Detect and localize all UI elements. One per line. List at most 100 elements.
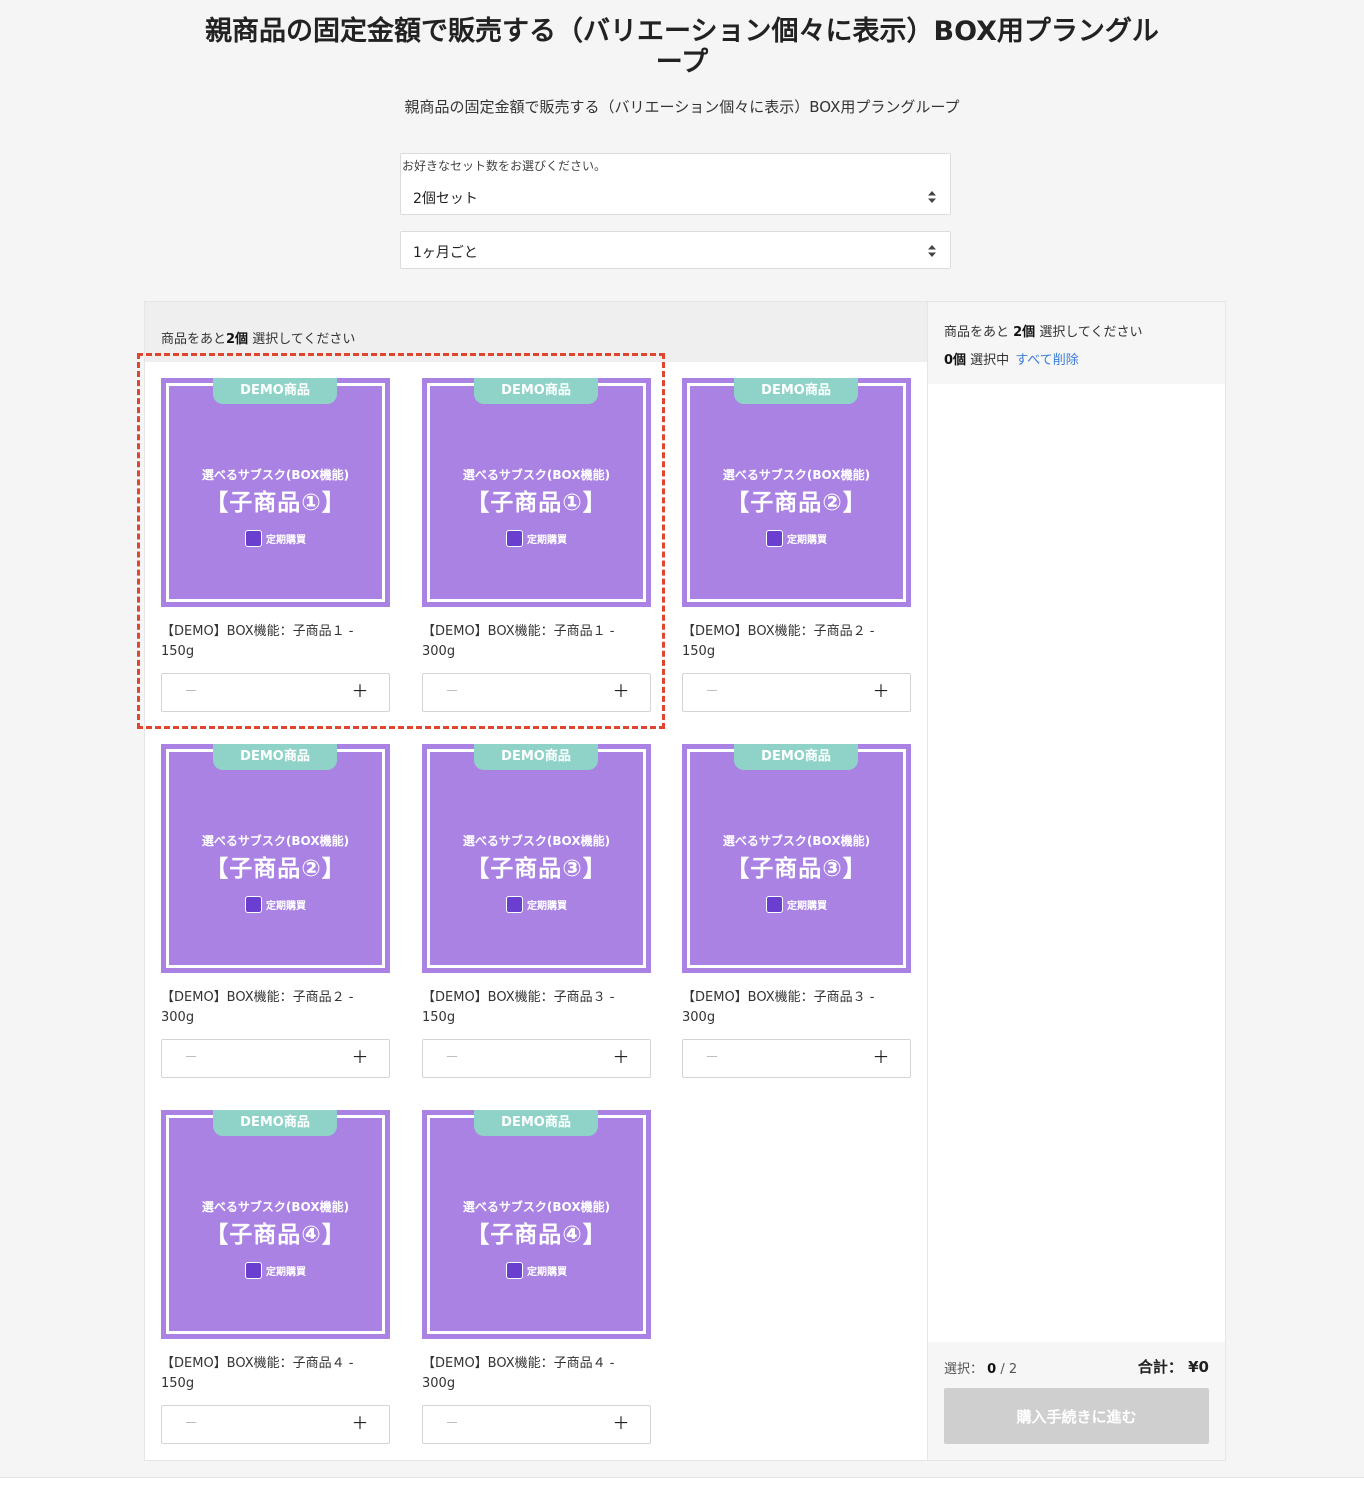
quantity-stepper[interactable]: －＋ [161,1039,390,1078]
minus-icon[interactable]: － [699,1040,725,1077]
set-count-select[interactable]: お好きなセット数をお選びください。 2個セット [400,153,951,215]
product-name: 【DEMO】BOX機能：子商品２ - 300g [161,990,354,1025]
minus-icon[interactable]: － [439,674,465,711]
plus-icon[interactable]: ＋ [608,1040,634,1077]
subscription-logo-icon [506,530,523,547]
demo-tab: DEMO商品 [734,744,858,770]
image-product-label: 【子商品④】 [466,1222,607,1248]
product-name: 【DEMO】BOX機能：子商品１ - 150g [161,624,354,659]
quantity-stepper[interactable]: －＋ [422,673,651,712]
remaining-items-message: 商品をあと2個 選択してください [161,332,356,347]
minus-icon[interactable]: － [178,674,204,711]
minus-icon[interactable]: － [439,1406,465,1443]
product-card: DEMO商品選べるサブスク(BOX機能) 【子商品②】定期購買【DEMO】BOX機… [161,744,390,1078]
subscription-logo-text: 定期購買 [266,535,306,546]
image-caption: 選べるサブスク(BOX機能) [722,834,871,848]
plus-icon[interactable]: ＋ [608,674,634,711]
product-name: 【DEMO】BOX機能：子商品４ - 300g [422,1356,615,1391]
product-image[interactable]: DEMO商品 選べるサブスク(BOX機能) 【子商品④】 定期購買 [422,1110,651,1339]
subscription-logo-text: 定期購買 [527,535,567,546]
selection-progress: 選択： 0 / 2 [944,1362,1018,1377]
subscription-logo-icon [245,1262,262,1279]
product-image[interactable]: DEMO商品選べるサブスク(BOX機能) 【子商品②】定期購買 [161,744,390,973]
subscription-logo-icon [506,1262,523,1279]
subscription-logo-text: 定期購買 [787,535,827,546]
demo-tab: DEMO商品 [474,744,598,770]
demo-tab: DEMO商品 [213,1110,337,1136]
demo-tab: DEMO商品 [213,744,337,770]
set-count-value: 2個セット [413,191,478,207]
subscription-logo: 定期購買 [766,896,828,913]
delivery-interval-select[interactable]: 1ヶ月ごと [400,231,951,269]
plus-icon[interactable]: ＋ [868,1040,894,1077]
total-price: 合計： ¥0 [1137,1358,1209,1376]
quantity-stepper[interactable]: －＋ [422,1039,651,1078]
image-caption: 選べるサブスク(BOX機能) [722,468,871,482]
demo-tab: DEMO商品 [474,1110,598,1136]
subscription-logo: 定期購買 [245,1262,307,1279]
image-caption: 選べるサブスク(BOX機能) [462,834,611,848]
product-card: DEMO商品 選べるサブスク(BOX機能) 【子商品④】 定期購買 【DEMO】BOX機… [161,1110,390,1444]
subscription-logo: 定期購買 [506,530,568,547]
subscription-logo: 定期購買 [766,530,828,547]
subscription-logo: 定期購買 [245,530,307,547]
image-caption: 選べるサブスク(BOX機能) [201,834,350,848]
clear-all-link[interactable]: すべて削除 [1015,353,1079,368]
plus-icon[interactable]: ＋ [347,1406,373,1443]
set-count-label: お好きなセット数をお選びください。 [402,159,607,173]
quantity-stepper[interactable]: －＋ [422,1405,651,1444]
product-image[interactable]: DEMO商品 選べるサブスク(BOX機能) 【子商品①】 定期購買 [422,378,651,607]
subscription-logo-text: 定期購買 [266,901,306,912]
image-product-label: 【子商品④】 [205,1222,346,1248]
product-image[interactable]: DEMO商品 選べるサブスク(BOX機能) 【子商品①】 定期購買 [161,378,390,607]
quantity-stepper[interactable]: －＋ [161,673,390,712]
product-name: 【DEMO】BOX機能：子商品３ - 300g [682,990,875,1025]
product-image[interactable]: DEMO商品選べるサブスク(BOX機能) 【子商品③】定期購買 [422,744,651,973]
subscription-logo-icon [245,896,262,913]
selected-count-summary: 0個 選択中 すべて削除 [944,353,1079,368]
quantity-stepper[interactable]: －＋ [682,673,911,712]
selection-summary-header: 商品をあと 2個 選択してください 0個 選択中 すべて削除 [928,302,1225,384]
subscription-logo-icon [766,530,783,547]
minus-icon[interactable]: － [178,1406,204,1443]
plus-icon[interactable]: ＋ [868,674,894,711]
image-product-label: 【子商品②】 [205,856,346,882]
product-name: 【DEMO】BOX機能：子商品２ - 150g [682,624,875,659]
quantity-stepper[interactable]: －＋ [161,1405,390,1444]
remaining-items-summary: 商品をあと 2個 選択してください [944,325,1143,340]
product-card: DEMO商品 選べるサブスク(BOX機能) 【子商品②】 定期購買 【DEMO】BOX機… [682,378,911,712]
plus-icon[interactable]: ＋ [347,1040,373,1077]
plus-icon[interactable]: ＋ [347,674,373,711]
product-card: DEMO商品 選べるサブスク(BOX機能) 【子商品④】 定期購買【DEMO】BOX機… [422,1110,651,1444]
demo-tab: DEMO商品 [474,378,598,404]
product-image[interactable]: DEMO商品 選べるサブスク(BOX機能) 【子商品②】 定期購買 [682,378,911,607]
plus-icon[interactable]: ＋ [608,1406,634,1443]
product-card: DEMO商品 選べるサブスク(BOX機能) 【子商品①】 定期購買 【DEMO】BOX機… [422,378,651,712]
image-product-label: 【子商品①】 [205,490,346,516]
minus-icon[interactable]: － [699,674,725,711]
subscription-logo-text: 定期購買 [787,901,827,912]
selection-summary-panel: 商品をあと 2個 選択してください 0個 選択中 すべて削除 選択： 0 / 2 … [927,301,1226,1461]
demo-tab: DEMO商品 [734,378,858,404]
page-title: 親商品の固定金額で販売する（バリエーション個々に表示）BOX用プラングループ [205,16,1159,78]
product-card: DEMO商品 選べるサブスク(BOX機能) 【子商品③】 定期購買 【DEMO】BOX機… [682,744,911,1078]
subscription-logo-icon [506,896,523,913]
product-name: 【DEMO】BOX機能：子商品３ - 150g [422,990,615,1025]
quantity-stepper[interactable]: －＋ [682,1039,911,1078]
product-list-header: 商品をあと2個 選択してください [145,302,927,362]
product-image[interactable]: DEMO商品 選べるサブスク(BOX機能) 【子商品④】 定期購買 [161,1110,390,1339]
subscription-logo-text: 定期購買 [527,901,567,912]
image-product-label: 【子商品③】 [466,856,607,882]
updown-arrows-icon [928,191,936,203]
updown-arrows-icon [928,245,936,257]
image-caption: 選べるサブスク(BOX機能) [201,468,350,482]
checkout-button[interactable]: 購入手続きに進む [944,1388,1209,1444]
image-product-label: 【子商品①】 [466,490,607,516]
product-card: DEMO商品 選べるサブスク(BOX機能) 【子商品①】 定期購買 【DEMO】BOX機… [161,378,390,712]
page-subtitle: 親商品の固定金額で販売する（バリエーション個々に表示）BOX用プラングループ [404,98,960,116]
product-image[interactable]: DEMO商品 選べるサブスク(BOX機能) 【子商品③】 定期購買 [682,744,911,973]
subscription-logo: 定期購買 [506,896,568,913]
delivery-interval-value: 1ヶ月ごと [413,245,478,261]
minus-icon[interactable]: － [178,1040,204,1077]
minus-icon[interactable]: － [439,1040,465,1077]
